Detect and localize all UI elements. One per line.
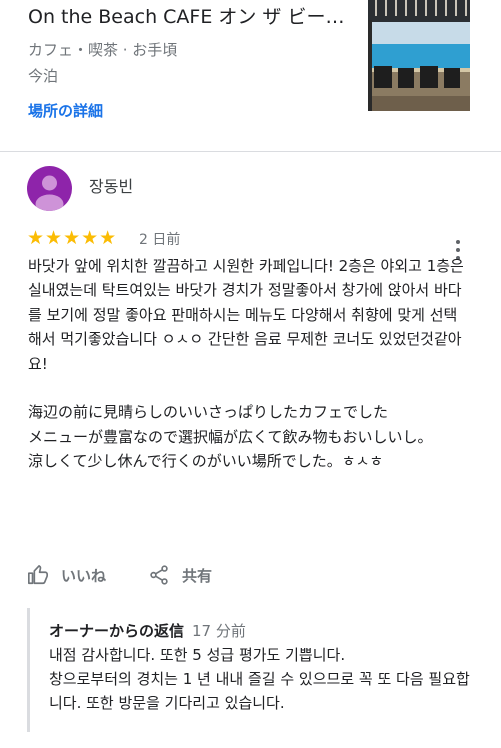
share-label: 共有 [182, 566, 213, 585]
like-button[interactable]: いいね [27, 563, 106, 587]
section-divider [0, 151, 501, 152]
place-details-link[interactable]: 場所の詳細 [28, 101, 103, 121]
more-vert-icon [456, 240, 460, 244]
review-text: 바닷가 앞에 위치한 깔끔하고 시원한 카페입니다! 2층은 야외고 1층은 실… [28, 257, 464, 471]
owner-reply-label: オーナーからの返信 [49, 622, 185, 640]
owner-reply-header: オーナーからの返信 17 分前 [49, 621, 246, 641]
reply-indicator-bar [27, 608, 30, 732]
review-date: 2 日前 [139, 232, 181, 248]
place-name[interactable]: On the Beach CAFE オン ザ ビー… [28, 4, 358, 30]
thumb-up-icon [28, 565, 48, 585]
star-rating: ★★★★★ [27, 227, 118, 249]
owner-reply-time: 17 分前 [192, 622, 246, 640]
avatar[interactable] [27, 166, 72, 211]
place-photo[interactable] [368, 0, 470, 111]
cafe-window-view-image [368, 0, 470, 111]
place-hours: 今泊 [28, 67, 59, 85]
person-icon [35, 175, 64, 211]
place-category: カフェ・喫茶 · お手頃 [28, 41, 178, 59]
share-icon [150, 565, 168, 585]
place-card[interactable]: On the Beach CAFE オン ザ ビー… カフェ・喫茶 · お手頃 … [0, 0, 501, 150]
share-button[interactable]: 共有 [148, 563, 212, 587]
reviewer-name[interactable]: 장동빈 [89, 176, 133, 198]
like-label: いいね [61, 566, 107, 585]
owner-reply-text: 내점 감사합니다. 또한 5 성급 평가도 기쁩니다. 창으로부터의 경치는 1… [49, 646, 470, 712]
